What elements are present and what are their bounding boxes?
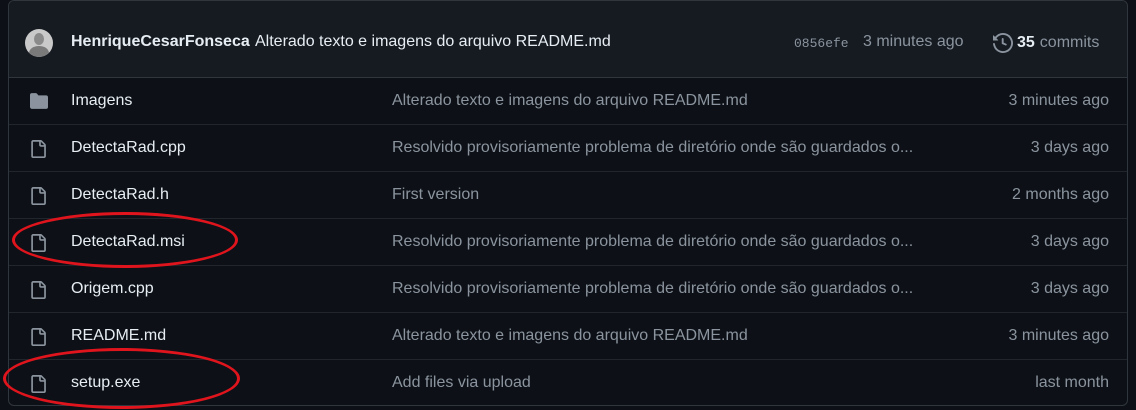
latest-commit-bar: HenriqueCesarFonseca Alterado texto e im…	[9, 1, 1127, 78]
commit-time: 3 minutes ago	[863, 33, 964, 50]
commit-count: 35	[1017, 34, 1035, 51]
file-name-link[interactable]: Imagens	[71, 92, 132, 110]
avatar-body-shape	[29, 46, 49, 57]
folder-icon	[29, 92, 49, 115]
file-commit-time: 3 days ago	[1030, 280, 1109, 297]
file-commit-message-link[interactable]: First version	[392, 186, 967, 204]
file-commit-message-link[interactable]: Add files via upload	[392, 374, 967, 392]
file-name-link[interactable]: Origem.cpp	[71, 280, 154, 298]
file-commit-time: 3 days ago	[1030, 233, 1109, 250]
file-icon	[29, 327, 47, 352]
file-icon	[29, 139, 47, 164]
file-row[interactable]: DetectaRad.cpp Resolvido provisoriamente …	[9, 124, 1127, 171]
file-row[interactable]: Origem.cpp Resolvido provisoriamente prob…	[9, 265, 1127, 312]
file-row[interactable]: Imagens Alterado texto e imagens do arqui…	[9, 78, 1127, 124]
file-commit-time: 3 days ago	[1030, 139, 1109, 156]
file-name-link[interactable]: DetectaRad.h	[71, 186, 169, 204]
file-row[interactable]: README.md Alterado texto e imagens do arq…	[9, 312, 1127, 359]
file-commit-message-link[interactable]: Resolvido provisoriamente problema de di…	[392, 280, 967, 298]
file-name-link[interactable]: DetectaRad.msi	[71, 233, 185, 251]
commit-author-link[interactable]: HenriqueCesarFonseca	[71, 33, 250, 51]
file-row[interactable]: DetectaRad.msi Resolvido provisoriamente …	[9, 218, 1127, 265]
file-row[interactable]: DetectaRad.h First version 2 months ago	[9, 171, 1127, 218]
commit-sha-link[interactable]: 0856efe	[794, 36, 849, 51]
file-icon	[29, 186, 47, 211]
file-browser: HenriqueCesarFonseca Alterado texto e im…	[8, 0, 1128, 406]
commit-history-link[interactable]: 35 commits	[993, 33, 1099, 53]
file-commit-time: 2 months ago	[1012, 186, 1109, 203]
avatar[interactable]	[25, 29, 53, 57]
file-list: Imagens Alterado texto e imagens do arqui…	[9, 78, 1127, 405]
file-commit-message-link[interactable]: Alterado texto e imagens do arquivo READ…	[392, 327, 967, 345]
history-icon	[993, 33, 1013, 53]
file-commit-message-link[interactable]: Resolvido provisoriamente problema de di…	[392, 233, 967, 251]
file-commit-message-link[interactable]: Resolvido provisoriamente problema de di…	[392, 139, 967, 157]
file-icon	[29, 233, 47, 258]
file-name-link[interactable]: README.md	[71, 327, 166, 345]
file-commit-time: 3 minutes ago	[1008, 327, 1109, 344]
avatar-head-shape	[34, 33, 44, 45]
file-icon	[29, 280, 47, 305]
file-commit-message-link[interactable]: Alterado texto e imagens do arquivo READ…	[392, 92, 967, 110]
file-name-link[interactable]: setup.exe	[71, 374, 140, 392]
file-commit-time: 3 minutes ago	[1008, 92, 1109, 109]
file-commit-time: last month	[1035, 374, 1109, 391]
commit-message-link[interactable]: Alterado texto e imagens do arquivo READ…	[255, 33, 611, 51]
file-row[interactable]: setup.exe Add files via upload last month	[9, 359, 1127, 405]
file-name-link[interactable]: DetectaRad.cpp	[71, 139, 186, 157]
commits-label: commits	[1039, 34, 1100, 51]
file-icon	[29, 374, 47, 399]
